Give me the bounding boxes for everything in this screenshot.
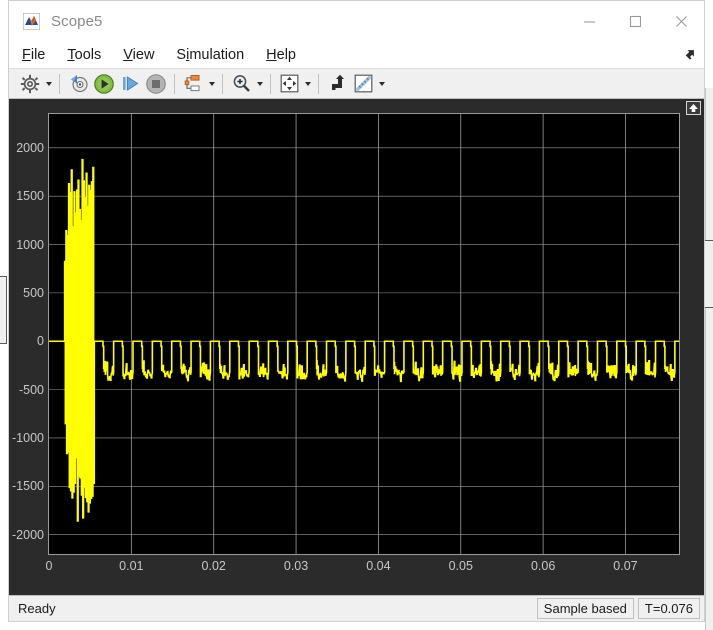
scope-display-area[interactable]: 2000 1500 1000 500 0 -500 -1000 -1500 -2000 0 0.0… [9,99,704,595]
toolbar-separator [59,73,60,94]
scale-axes-limits-dropdown-arrow[interactable] [302,71,313,96]
configuration-properties-button[interactable] [17,71,43,96]
signal-selection-dropdown-arrow[interactable] [206,71,217,96]
status-ready-label: Ready [18,601,56,616]
measurements-button[interactable] [350,71,376,96]
maximize-icon [629,15,641,27]
magnifier-plus-icon [233,75,250,92]
menu-item-tools[interactable]: Tools [67,46,101,64]
toolbar-separator [222,73,223,94]
cursor-measurements-button[interactable] [324,71,350,96]
x-tick-label: 0.02 [201,559,226,573]
play-icon [94,73,114,94]
close-button[interactable] [658,1,704,41]
close-icon [675,15,687,27]
scope-window[interactable]: Scope5 File Tools View Simulation Help 2… [8,0,705,622]
background-window-left-scrollbar-thumb [0,276,7,344]
signal-plot [49,114,679,554]
status-bar: Ready Sample based T=0.076 [9,595,704,621]
rewind-icon [70,75,88,93]
cursor-step-icon [331,74,344,90]
menu-item-simulation[interactable]: Simulation [176,46,244,64]
toolbar-separator [318,73,319,94]
status-frame-mode: Sample based [536,598,634,619]
y-tick-label: -1500 [12,479,44,494]
plot-panel: 2000 1500 1000 500 0 -500 -1000 -1500 -2000 0 0.0… [9,99,704,595]
menu-item-file[interactable]: File [22,46,45,64]
scroll-up-icon [689,104,698,112]
minimize-button[interactable] [566,1,612,41]
background-window-edge [705,88,713,630]
toolbar-separator [270,73,271,94]
status-simulation-time: T=0.076 [637,598,700,619]
minimize-icon [583,20,595,23]
stop-icon [146,73,166,94]
y-tick-label: 500 [23,285,44,300]
gear-icon [20,74,40,93]
measurements-dropdown-arrow[interactable] [376,71,387,96]
signal-selection-button[interactable] [180,71,206,96]
toolbar-separator [174,73,175,94]
scale-axes-limits-button[interactable] [276,71,302,96]
matlab-membrane-icon [22,12,41,30]
fit-to-view-icon [280,74,298,93]
y-tick-label: 0 [37,334,44,349]
maximize-button[interactable] [612,1,658,41]
signal-selector-icon [184,75,199,92]
plot-background [49,114,679,554]
zoom-in-button[interactable] [228,71,254,96]
x-tick-label: 0.01 [119,559,144,573]
configuration-properties-dropdown-arrow[interactable] [43,71,54,96]
toolbar[interactable] [9,68,704,99]
menu-item-help[interactable]: Help [266,46,296,64]
desktop-background: Scope5 File Tools View Simulation Help 2… [0,0,713,630]
window-title: Scope5 [51,12,103,30]
y-tick-label: 2000 [16,140,44,155]
step-forward-icon [122,76,138,91]
run-back-to-start-button[interactable] [65,71,91,96]
step-forward-button[interactable] [117,71,143,96]
plot-axes[interactable]: 2000 1500 1000 500 0 -500 -1000 -1500 -2000 0 0.0… [12,113,680,573]
scroll-up-button[interactable] [686,101,701,115]
run-button[interactable] [91,71,117,96]
zoom-in-dropdown-arrow[interactable] [254,71,265,96]
y-tick-label: -500 [18,382,44,397]
y-tick-label: -2000 [12,527,44,542]
ruler-icon [354,74,372,93]
x-tick-label: 0 [45,559,53,573]
title-bar[interactable]: Scope5 [9,1,704,41]
y-tick-label: 1000 [16,237,44,252]
y-tick-label: 1500 [16,189,44,204]
x-tick-label: 0.04 [366,559,391,573]
y-tick-label: -1000 [12,430,44,445]
stop-button[interactable] [143,71,169,96]
x-tick-label: 0.06 [530,559,556,573]
x-tick-label: 0.05 [448,559,473,573]
menu-item-view[interactable]: View [123,46,154,64]
menu-bar[interactable]: File Tools View Simulation Help [9,41,704,68]
x-tick-label: 0.03 [283,559,309,573]
x-tick-label: 0.07 [613,559,638,573]
menu-overflow-arrow-icon[interactable] [684,47,696,61]
